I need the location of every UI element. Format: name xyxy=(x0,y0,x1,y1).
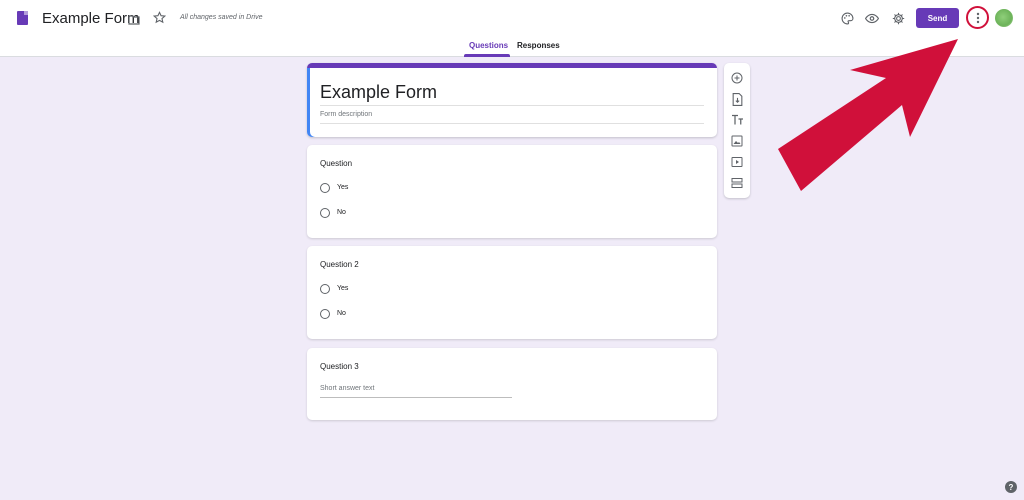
option-label: No xyxy=(337,209,346,216)
short-answer-underline xyxy=(320,397,512,398)
option-label: No xyxy=(337,310,346,317)
folder-icon[interactable] xyxy=(128,12,140,30)
add-image-icon[interactable] xyxy=(730,134,744,148)
add-title-icon[interactable] xyxy=(730,113,744,127)
short-answer-field[interactable]: Short answer text xyxy=(320,385,374,392)
question-card[interactable]: Question 3 Short answer text xyxy=(307,348,717,420)
star-icon[interactable] xyxy=(152,11,167,29)
question-card[interactable]: Question Yes No xyxy=(307,145,717,238)
save-status: All changes saved in Drive xyxy=(180,14,263,21)
form-title[interactable]: Example Form xyxy=(320,82,437,103)
question-title: Question xyxy=(320,159,353,168)
form-description-field[interactable]: Form description xyxy=(320,111,372,118)
help-button[interactable]: ? xyxy=(1005,481,1017,493)
tab-questions[interactable]: Questions xyxy=(469,41,508,50)
forms-logo-icon[interactable] xyxy=(17,11,28,25)
tab-responses[interactable]: Responses xyxy=(517,41,560,50)
radio-button[interactable] xyxy=(320,182,330,193)
send-button[interactable]: Send xyxy=(916,8,959,28)
annotation-arrow-icon xyxy=(778,39,958,191)
radio-option[interactable]: No xyxy=(320,308,346,319)
side-toolbar xyxy=(724,63,750,198)
palette-icon[interactable] xyxy=(838,9,856,27)
document-title[interactable]: Example Form xyxy=(42,10,140,27)
add-question-icon[interactable] xyxy=(730,71,744,85)
add-section-icon[interactable] xyxy=(730,176,744,190)
option-label: Yes xyxy=(337,184,349,191)
divider xyxy=(320,123,704,124)
option-label: Yes xyxy=(337,285,349,292)
gear-icon[interactable] xyxy=(889,9,907,27)
radio-button[interactable] xyxy=(320,283,330,294)
question-card[interactable]: Question 2 Yes No xyxy=(307,246,717,339)
radio-option[interactable]: Yes xyxy=(320,182,348,193)
radio-option[interactable]: No xyxy=(320,207,346,218)
more-vert-icon xyxy=(976,12,979,23)
active-tab-indicator xyxy=(464,54,510,57)
divider xyxy=(320,105,704,106)
radio-button[interactable] xyxy=(320,207,330,218)
more-options-button[interactable] xyxy=(966,6,989,29)
eye-icon[interactable] xyxy=(863,9,881,27)
radio-option[interactable]: Yes xyxy=(320,283,348,294)
radio-button[interactable] xyxy=(320,308,330,319)
add-video-icon[interactable] xyxy=(730,155,744,169)
question-title: Question 3 xyxy=(320,362,359,371)
import-questions-icon[interactable] xyxy=(730,92,744,106)
question-title: Question 2 xyxy=(320,260,359,269)
form-title-card: Example Form Form description xyxy=(307,63,717,137)
avatar[interactable] xyxy=(995,9,1013,27)
